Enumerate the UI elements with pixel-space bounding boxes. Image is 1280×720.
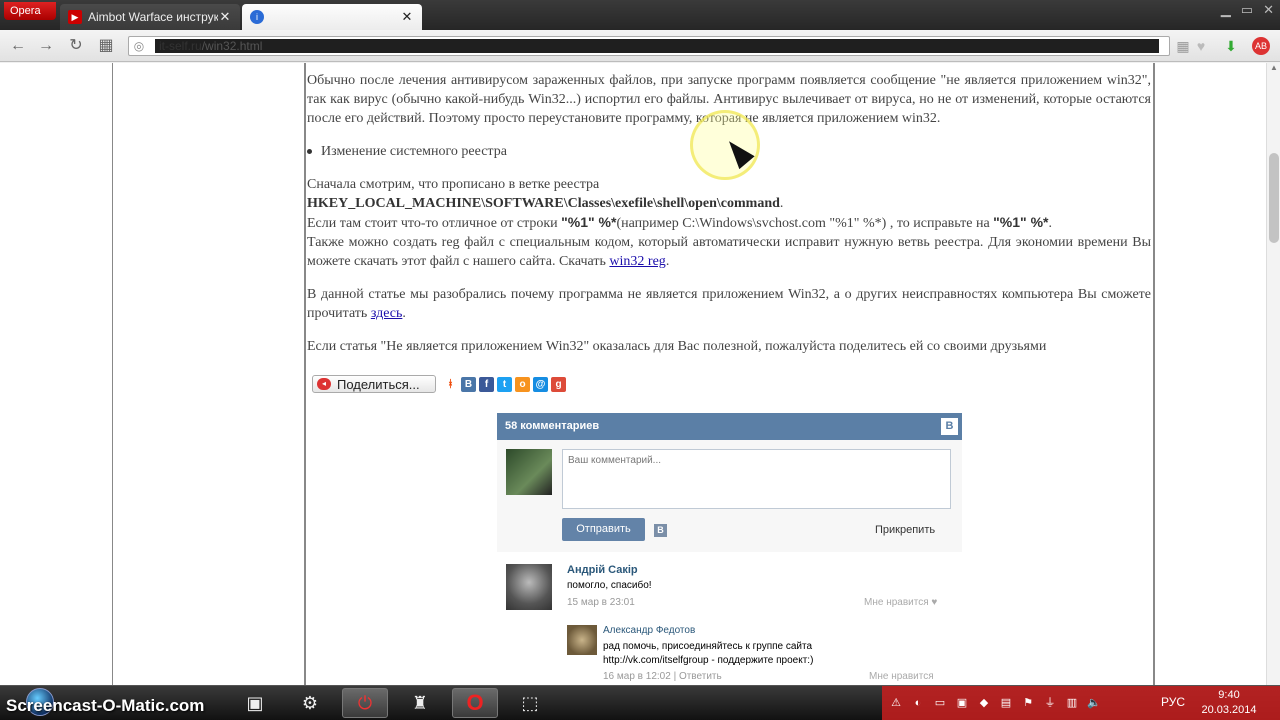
content-right-border [1153,63,1155,685]
registry-path: HKEY_LOCAL_MACHINE\SOFTWARE\Classes\exef… [307,196,780,211]
yandex-icon: ◂ [317,378,331,390]
tray-icons: ⚠ ◐ ▭ ▣ ◆ ▤ ⚑ ⏚ ▥ 🔈 [888,695,1102,711]
bullet-icon [307,149,312,154]
avatar [506,449,552,495]
site-info-icon[interactable]: ◎ [129,39,149,53]
paragraph: В данной статье мы разобрались почему пр… [307,287,1151,321]
info-icon: i [250,10,264,24]
close-icon[interactable]: ✕ [218,9,232,25]
nvidia-icon[interactable]: ◆ [976,695,992,711]
usb-icon[interactable]: ⏚ [1042,695,1058,711]
close-icon[interactable]: ✕ [400,9,414,25]
comment-date: 16 мар в 12:02 | Ответить [603,671,722,682]
comment-form: Ваш комментарий... Отправить В Прикрепит… [497,440,962,552]
heart-icon: ♥ [931,597,938,608]
download-reg-link[interactable]: win32 reg [609,254,665,269]
comment-text: помогло, спасибо! [567,580,652,591]
flag-icon[interactable]: ⚑ [1020,695,1036,711]
paragraph: Сначала смотрим, что прописано в ветке р… [307,177,1151,269]
scroll-up-icon[interactable]: ▲ [1267,63,1280,75]
vk-comments-widget: 58 комментариев В Ваш комментарий... Отп… [497,413,962,685]
facebook-icon[interactable]: f [479,376,494,392]
taskbar-app-robot[interactable]: ♜ [397,688,443,718]
web-page: Обычно после лечения антивирусом заражен… [0,63,1266,685]
reload-icon[interactable]: ↻ [66,36,86,56]
close-window-icon[interactable]: ✕ [1263,2,1274,18]
opera-tray-icon[interactable]: ◐ [910,695,926,711]
avatar[interactable] [506,564,552,610]
tab-title: Aimbot Warface инструкция [88,10,218,24]
screencast-watermark: Screencast-O-Matic.com [6,696,205,715]
taskbar: Screencast-O-Matic.com ▣ ⚙ ⏻ ♜ O ⬚ ⚠ ◐ ▭… [0,685,1280,720]
vk-logo-icon[interactable]: В [941,418,958,435]
antivirus-icon[interactable]: ⚠ [888,695,904,711]
comment-reply: Александр Федотов рад помочь, присоединя… [567,621,951,685]
taskbar-app-media[interactable]: ▣ [232,688,278,718]
comment-text: рад помочь, присоединяйтесь к группе сай… [603,641,814,666]
address-bar[interactable]: ◎ it-self.ru/win32.html [128,36,1170,56]
attach-link[interactable]: Прикрепить [875,524,935,536]
opera-icon: O [466,690,484,715]
avatar[interactable] [567,625,597,655]
language-indicator[interactable]: РУС [1161,695,1185,709]
comment-input[interactable]: Ваш комментарий... [562,449,951,509]
forward-icon[interactable]: → [36,36,56,56]
browser-tabstrip: Opera ▶ Aimbot Warface инструкция ✕ i ✕ … [0,0,1280,30]
url-text[interactable]: it-self.ru/win32.html [155,39,1159,53]
google-plus-icon[interactable]: g [551,376,566,392]
like-button[interactable]: Мне нравится ♥ [864,597,937,608]
mailru-icon[interactable]: @ [533,376,548,392]
taskbar-app-opera[interactable]: O [452,688,498,718]
left-border [112,63,113,685]
vk-share-icon[interactable]: В [654,524,667,537]
like-button[interactable]: Мне нравится [869,671,934,682]
taskbar-app-power[interactable]: ⏻ [342,688,388,718]
navigation-bar: ← → ↻ ▦ ◎ it-self.ru/win32.html ▦ ♥ ⬇ AB [0,30,1280,62]
comment-author[interactable]: Андрій Сакір [567,564,638,576]
youtube-icon: ▶ [68,10,82,24]
share-button[interactable]: ◂ Поделиться... [312,375,436,393]
minimize-icon[interactable]: ▁ [1221,2,1231,18]
download-icon[interactable]: ⬇ [1222,37,1240,55]
display-icon[interactable]: ▤ [998,695,1014,711]
send-button[interactable]: Отправить [562,518,645,541]
adblock-icon[interactable]: AB [1252,37,1270,55]
grid-icon[interactable]: ▦ [1174,37,1192,55]
content-left-border [304,63,306,685]
here-link[interactable]: здесь [371,306,403,321]
ok-icon[interactable]: o [515,376,530,392]
opera-menu-button[interactable]: Opera [4,2,56,20]
comment-item: Андрій Сакір помогло, спасибо! 15 мар в … [497,552,962,622]
window-controls: ▁ ▭ ✕ [1221,2,1274,18]
vk-icon[interactable]: B [461,376,476,392]
power-icon: ⏻ [357,692,373,713]
taskbar-app-capture[interactable]: ⬚ [507,688,553,718]
volume-icon[interactable]: 🔈 [1086,695,1102,711]
speed-dial-icon[interactable]: ▦ [96,36,116,56]
heart-icon[interactable]: ♥ [1192,37,1210,55]
twitter-icon[interactable]: t [497,376,512,392]
comment-author[interactable]: Александр Федотов [603,625,695,636]
share-bar: ◂ Поделиться... ᚼ B f t o @ g [312,375,566,393]
tab-aimbot[interactable]: ▶ Aimbot Warface инструкция ✕ [60,4,240,30]
tab-active[interactable]: i ✕ [242,4,422,30]
comment-date: 15 мар в 23:01 [567,597,635,608]
taskbar-app-settings[interactable]: ⚙ [287,688,333,718]
paragraph: Если статья "Не является приложением Win… [307,339,1047,354]
window-icon[interactable]: ▭ [932,695,948,711]
odnoklassniki-icon[interactable]: ᚼ [443,376,458,392]
back-icon[interactable]: ← [8,36,28,56]
clock[interactable]: 9:40 20.03.2014 [1196,688,1262,718]
page-scrollbar[interactable]: ▲ [1266,63,1280,685]
maximize-icon[interactable]: ▭ [1241,2,1253,18]
scrollbar-thumb[interactable] [1269,153,1279,243]
vk-comments-header: 58 комментариев В [497,413,962,440]
monitor-icon[interactable]: ▣ [954,695,970,711]
network-icon[interactable]: ▥ [1064,695,1080,711]
